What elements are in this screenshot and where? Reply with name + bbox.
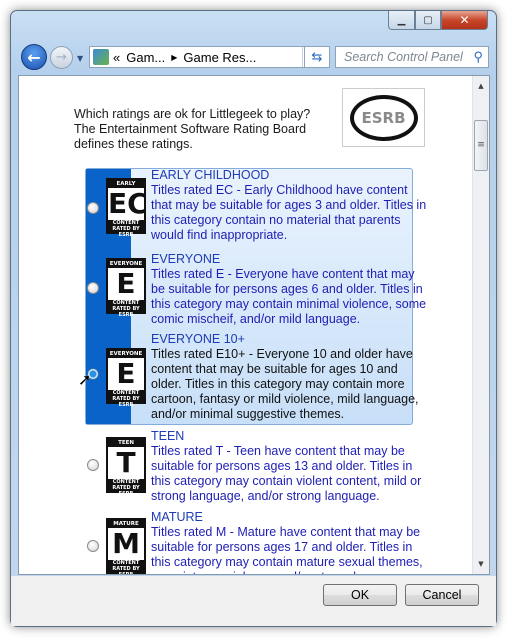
breadcrumb-overflow[interactable]: «	[113, 50, 120, 65]
breadcrumb-item[interactable]: Gam...	[126, 50, 165, 65]
rating-text: TEEN Titles rated T - Teen have content …	[151, 429, 431, 504]
back-arrow-icon: ←	[27, 47, 41, 67]
badge-footer: CONTENT RATED BY ESRB	[112, 220, 140, 238]
rating-radio[interactable]	[87, 540, 99, 552]
search-placeholder: Search Control Panel	[344, 50, 463, 64]
rating-badge-icon: TEEN T CONTENT RATED BY ESRB	[106, 437, 146, 497]
recent-pages-dropdown[interactable]: ▼	[77, 54, 83, 63]
rating-title: EVERYONE 10+	[151, 332, 245, 346]
badge-letter: E	[108, 268, 144, 300]
scroll-thumb[interactable]: ≡	[474, 120, 488, 171]
badge-footer: CONTENT RATED BY ESRB	[112, 560, 140, 575]
rating-title: TEEN	[151, 429, 185, 443]
rating-description: Titles rated M - Mature have content tha…	[151, 525, 423, 574]
esrb-logo: ESRB	[342, 88, 425, 147]
badge-footer: CONTENT RATED BY ESRB	[112, 300, 140, 318]
back-button[interactable]: ←	[21, 44, 47, 70]
control-panel-icon	[93, 49, 109, 65]
rating-radio[interactable]	[87, 202, 99, 214]
window: ▁ ▢ ✕ ← → ▼ « Gam... ▶ Game Res... ▼ ⇆ S…	[10, 10, 497, 627]
rating-text: EVERYONE 10+ Titles rated E10+ - Everyon…	[151, 332, 431, 422]
badge-letter: T	[108, 447, 144, 479]
rating-title: EARLY CHILDHOOD	[151, 168, 270, 182]
rating-description: Titles rated E10+ - Everyone 10 and olde…	[151, 347, 419, 421]
scroll-down-icon[interactable]: ▼	[473, 556, 489, 572]
badge-footer: CONTENT RATED BY ESRB	[112, 390, 140, 408]
ok-button[interactable]: OK	[323, 584, 397, 606]
badge-footer: CONTENT RATED BY ESRB	[112, 479, 140, 497]
rating-text: EARLY CHILDHOOD Titles rated EC - Early …	[151, 168, 431, 243]
forward-arrow-icon: →	[56, 50, 67, 65]
address-bar[interactable]: « Gam... ▶ Game Res... ▼	[89, 46, 327, 68]
rating-description: Titles rated EC - Early Childhood have c…	[151, 183, 427, 242]
search-input[interactable]: Search Control Panel ⚲	[335, 46, 489, 68]
rating-badge-icon: EVERYONE 10+ E CONTENT RATED BY ESRB	[106, 348, 146, 408]
rating-title: EVERYONE	[151, 252, 221, 266]
rating-radio[interactable]	[87, 459, 99, 471]
rating-text: EVERYONE Titles rated E - Everyone have …	[151, 252, 431, 327]
content-pane: Which ratings are ok for Littlegeek to p…	[18, 75, 490, 575]
mouse-cursor-icon: ➚	[78, 370, 92, 389]
minimize-button[interactable]: ▁	[388, 11, 415, 30]
rating-badge-icon: EVERYONE E CONTENT RATED BY ESRB	[106, 258, 146, 318]
button-bar: OK Cancel	[11, 576, 496, 626]
badge-letter: E	[108, 358, 144, 390]
vertical-scrollbar[interactable]: ▲ ≡ ▼	[472, 76, 489, 574]
rating-description: Titles rated E - Everyone have content t…	[151, 267, 427, 326]
forward-button[interactable]: →	[50, 46, 73, 69]
rating-description: Titles rated T - Teen have content that …	[151, 444, 422, 503]
cancel-button[interactable]: Cancel	[405, 584, 479, 606]
breadcrumb-item[interactable]: Game Res...	[183, 50, 256, 65]
maximize-button[interactable]: ▢	[415, 11, 441, 30]
scroll-up-icon[interactable]: ▲	[473, 78, 489, 94]
search-icon[interactable]: ⚲	[473, 49, 483, 65]
rating-badge-icon: EARLY CHILDHOOD EC CONTENT RATED BY ESRB	[106, 178, 148, 238]
intro-text: Which ratings are ok for Littlegeek to p…	[74, 107, 311, 151]
rating-badge-icon: MATURE 17+ M CONTENT RATED BY ESRB	[106, 518, 146, 574]
refresh-button[interactable]: ⇆	[304, 46, 330, 68]
close-button[interactable]: ✕	[441, 11, 488, 30]
refresh-icon: ⇆	[311, 49, 323, 65]
rating-title: MATURE	[151, 510, 203, 524]
rating-radio[interactable]	[87, 282, 99, 294]
window-controls: ▁ ▢ ✕	[388, 11, 488, 30]
badge-letter: M	[108, 528, 144, 560]
rating-text: MATURE Titles rated M - Mature have cont…	[151, 510, 431, 574]
breadcrumb-separator-icon[interactable]: ▶	[171, 53, 177, 62]
badge-letter: EC	[108, 187, 148, 220]
